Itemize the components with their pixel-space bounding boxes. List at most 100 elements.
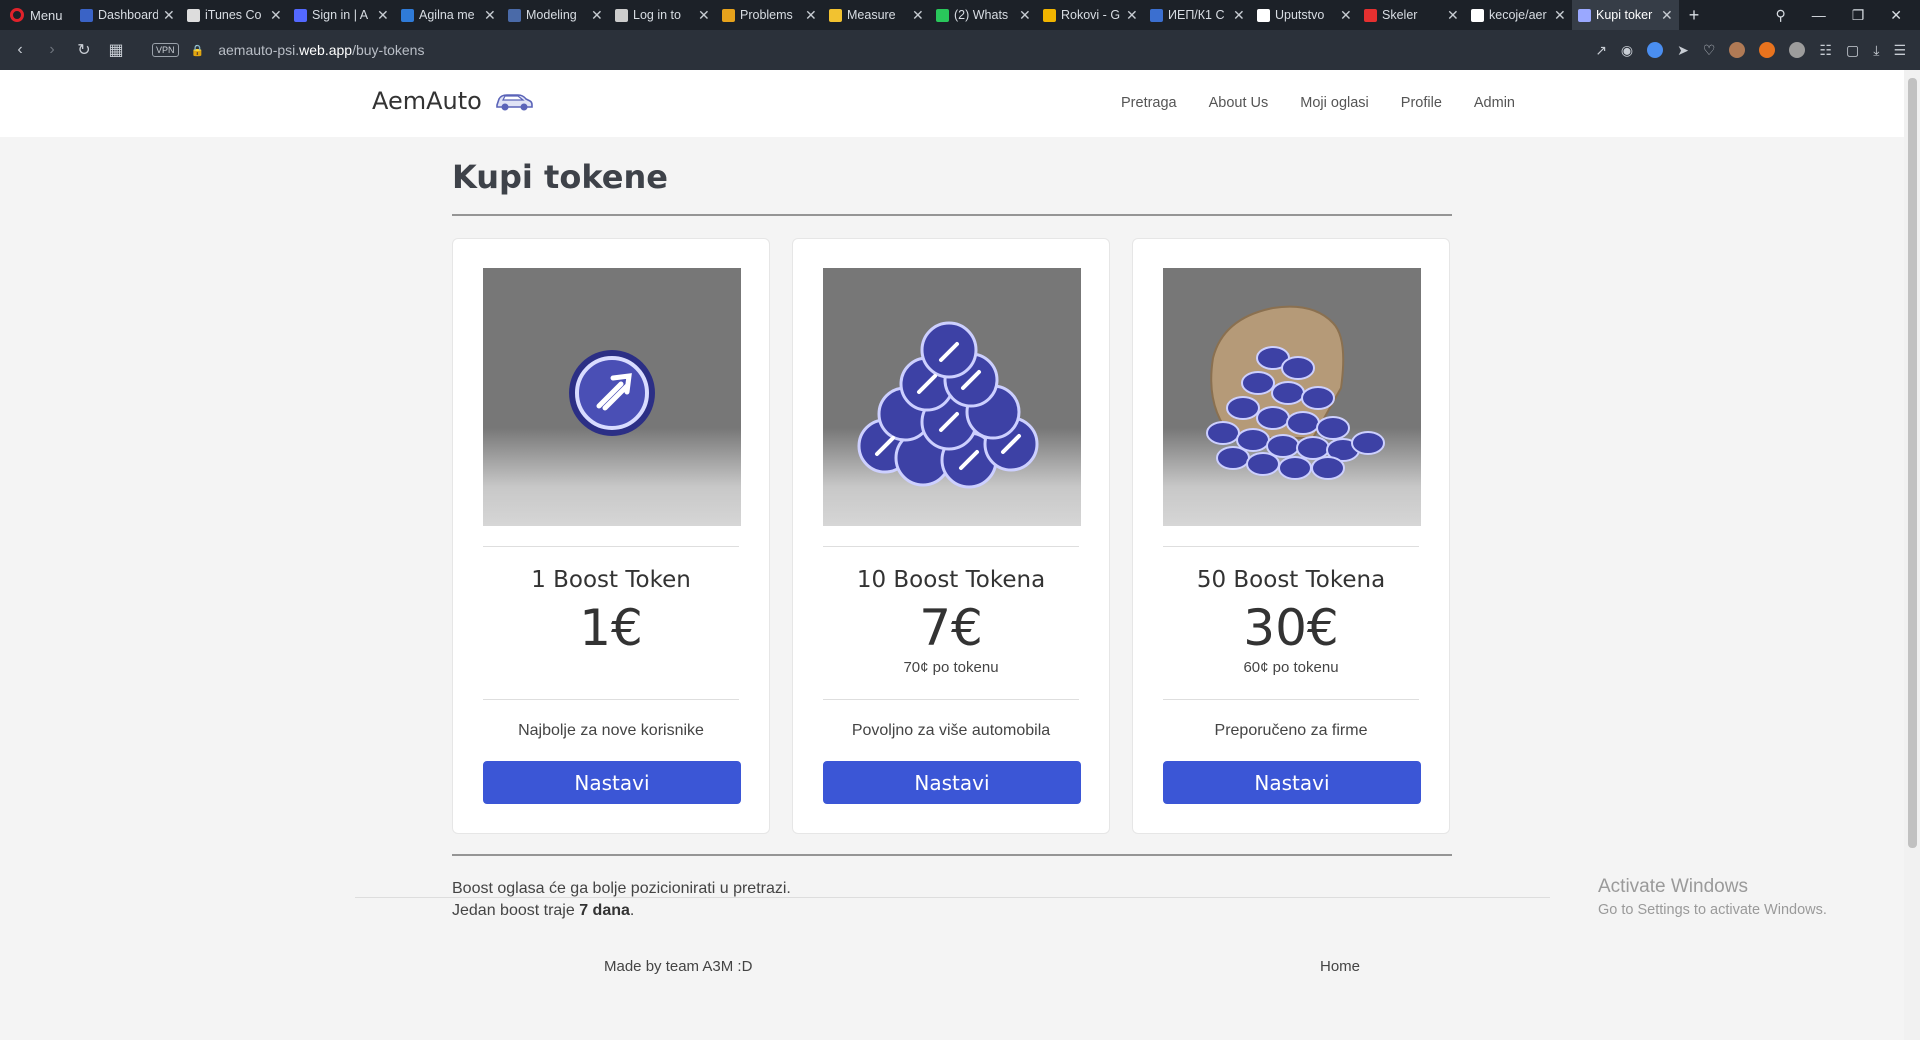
browser-tab[interactable]: ИЕП/К1 С ✕ (1144, 0, 1251, 30)
tab-close-icon[interactable]: ✕ (698, 7, 710, 24)
browser-tab[interactable]: Sign in | A ✕ (288, 0, 395, 30)
tab-close-icon[interactable]: ✕ (163, 7, 175, 24)
tab-close-icon[interactable]: ✕ (270, 7, 282, 24)
new-tab-button[interactable]: + (1679, 5, 1709, 26)
speed-dial-icon[interactable]: ▦ (100, 40, 132, 60)
extension-icon[interactable] (1729, 42, 1746, 58)
browser-tab[interactable]: (2) Whats ✕ (930, 0, 1037, 30)
tab-title: Problems (740, 8, 793, 22)
boost-info: Boost oglasa će ga bolje pozicionirati u… (452, 878, 1452, 922)
card-separator (483, 699, 739, 700)
browser-tab[interactable]: Agilna me ✕ (395, 0, 502, 30)
footer-home-link[interactable]: Home (1320, 958, 1360, 975)
card-price: 7€ (919, 599, 983, 657)
continue-button-10[interactable]: Nastavi (823, 761, 1081, 804)
boost-info-line2: Jedan boost traje 7 dana. (452, 900, 1452, 922)
metamask-icon[interactable] (1759, 42, 1776, 58)
brand-name: AemAuto (372, 87, 482, 115)
browser-tab[interactable]: Problems ✕ (716, 0, 823, 30)
tab-title: Rokovi - G (1061, 8, 1121, 22)
easy-setup-icon[interactable]: ☰ (1893, 42, 1906, 59)
tab-close-icon[interactable]: ✕ (377, 7, 389, 24)
nav-admin[interactable]: Admin (1474, 95, 1515, 111)
browser-tab[interactable]: Uputstvo ✕ (1251, 0, 1358, 30)
tab-favicon-icon (615, 8, 628, 22)
card-per-token: 60¢ po tokenu (1243, 659, 1339, 676)
vpn-badge[interactable]: VPN (152, 43, 179, 57)
continue-button-1[interactable]: Nastavi (483, 761, 741, 804)
tab-close-icon[interactable]: ✕ (805, 7, 817, 24)
profile-icon[interactable] (1789, 42, 1806, 58)
tab-favicon-icon (936, 8, 949, 22)
tab-close-icon[interactable]: ✕ (1126, 7, 1138, 24)
tab-close-icon[interactable]: ✕ (1019, 7, 1031, 24)
tab-close-icon[interactable]: ✕ (1447, 7, 1459, 24)
send-icon[interactable]: ➤ (1677, 42, 1689, 59)
url-prefix: aemauto-psi. (218, 42, 300, 58)
shield-icon[interactable] (1647, 42, 1664, 58)
tab-title: Sign in | A (312, 8, 369, 22)
car-icon (496, 94, 533, 111)
browser-tab[interactable]: Dashboard ✕ (74, 0, 181, 30)
browser-tab[interactable]: Skeler ✕ (1358, 0, 1465, 30)
url-field[interactable]: aemauto-psi.web.app/buy-tokens (218, 42, 424, 58)
card-price: 30€ (1243, 599, 1339, 657)
tab-favicon-icon (294, 8, 307, 22)
token-card-50: 50 Boost Tokena 30€ 60¢ po tokenu Prepor… (1132, 238, 1450, 834)
forward-icon[interactable]: › (36, 41, 68, 59)
tab-title: Uputstvo (1275, 8, 1325, 22)
restore-icon[interactable]: ❐ (1852, 7, 1865, 24)
token-card-10: 10 Boost Tokena 7€ 70¢ po tokenu Povoljn… (792, 238, 1110, 834)
minimize-icon[interactable]: — (1812, 7, 1826, 23)
scroll-thumb[interactable] (1908, 78, 1917, 848)
download-icon[interactable]: ⤓ (1873, 42, 1879, 59)
nav-about-us[interactable]: About Us (1209, 95, 1269, 111)
browser-tab[interactable]: kecoje/aer ✕ (1465, 0, 1572, 30)
url-domain: web.app (299, 42, 353, 58)
tab-close-icon[interactable]: ✕ (1233, 7, 1245, 24)
tab-favicon-icon (401, 8, 414, 22)
browser-tab[interactable]: Rokovi - G ✕ (1037, 0, 1144, 30)
info-divider (452, 854, 1452, 856)
tab-title: Agilna me (419, 8, 475, 22)
reload-icon[interactable]: ↻ (68, 40, 100, 60)
boost-duration: 7 dana (579, 902, 630, 919)
browser-tab[interactable]: Log in to ✕ (609, 0, 716, 30)
token-cards: 1 Boost Token 1€ Najbolje za nove korisn… (452, 238, 1452, 834)
card-per-token (483, 659, 739, 677)
tab-close-icon[interactable]: ✕ (1661, 7, 1673, 24)
nav-moji-oglasi[interactable]: Moji oglasi (1300, 95, 1369, 111)
title-divider (452, 214, 1452, 216)
clipboard-icon[interactable]: ☷ (1819, 42, 1832, 59)
tab-title: Skeler (1382, 8, 1418, 22)
back-icon[interactable]: ‹ (4, 41, 36, 59)
browser-tab[interactable]: Measure ✕ (823, 0, 930, 30)
boost-info-prefix: Jedan boost traje (452, 902, 580, 919)
search-tabs-icon[interactable]: ⚲ (1775, 7, 1785, 24)
tab-favicon-icon (829, 8, 842, 22)
address-bar: ‹ › ↻ ▦ VPN 🔒 aemauto-psi.web.app/buy-to… (0, 30, 1920, 70)
nav-pretraga[interactable]: Pretraga (1121, 95, 1177, 111)
opera-menu-button[interactable]: Menu (0, 0, 74, 30)
tab-close-icon[interactable]: ✕ (1340, 7, 1352, 24)
cube-icon[interactable]: ▢ (1846, 42, 1859, 59)
card-description: Najbolje za nove korisnike (518, 722, 704, 739)
tab-close-icon[interactable]: ✕ (484, 7, 496, 24)
browser-tab[interactable]: iTunes Co ✕ (181, 0, 288, 30)
tab-favicon-icon (1043, 8, 1056, 22)
lock-icon[interactable]: 🔒 (191, 44, 205, 57)
token-image-sack (1163, 268, 1421, 526)
tab-close-icon[interactable]: ✕ (912, 7, 924, 24)
nav-profile[interactable]: Profile (1401, 95, 1442, 111)
share-icon[interactable]: ↗ (1595, 42, 1607, 59)
page-scrollbar[interactable] (1904, 70, 1920, 1040)
browser-tab[interactable]: Kupi toker ✕ (1572, 0, 1679, 30)
heart-icon[interactable]: ♡ (1703, 42, 1716, 59)
continue-button-50[interactable]: Nastavi (1163, 761, 1421, 804)
browser-tab[interactable]: Modeling ✕ (502, 0, 609, 30)
close-window-icon[interactable]: ✕ (1890, 7, 1902, 24)
brand-logo[interactable]: AemAuto (372, 87, 534, 115)
tab-close-icon[interactable]: ✕ (591, 7, 603, 24)
tab-close-icon[interactable]: ✕ (1554, 7, 1566, 24)
snapshot-icon[interactable]: ◉ (1621, 42, 1633, 59)
